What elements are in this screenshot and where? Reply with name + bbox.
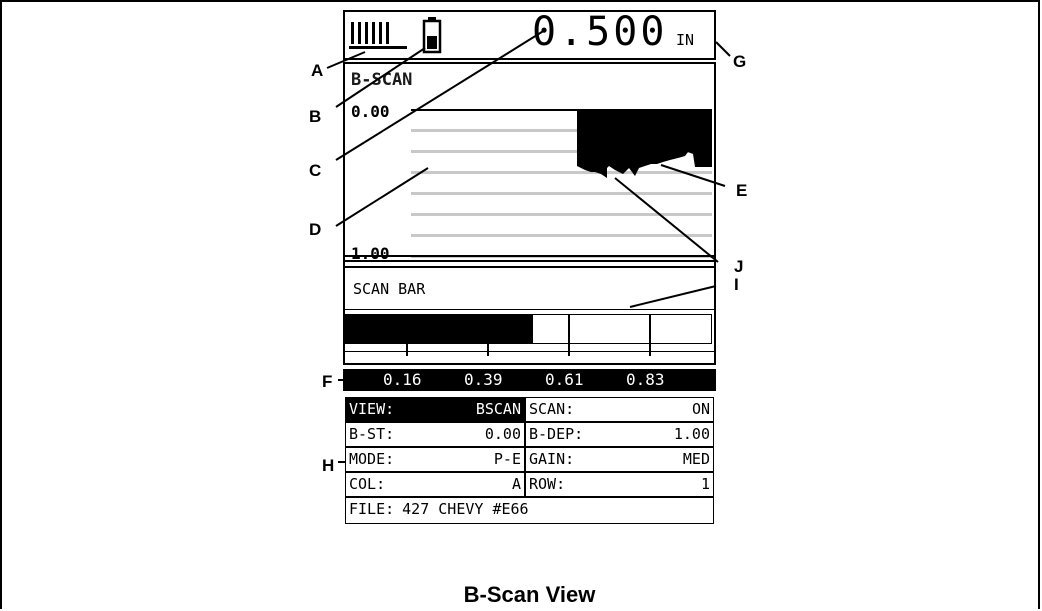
callout-i: I: [734, 275, 739, 294]
callout-a: A: [311, 61, 324, 80]
callout-f: F: [322, 372, 333, 391]
callout-b: B: [309, 107, 322, 126]
callout-c: C: [309, 161, 322, 180]
callout-j: J: [734, 257, 744, 276]
callout-h: H: [322, 456, 335, 475]
callout-g: G: [733, 52, 747, 71]
figure-caption: B-Scan View: [463, 582, 596, 607]
callout-leaders: [326, 29, 731, 463]
callout-d: D: [309, 220, 322, 239]
callout-e: E: [736, 181, 748, 200]
